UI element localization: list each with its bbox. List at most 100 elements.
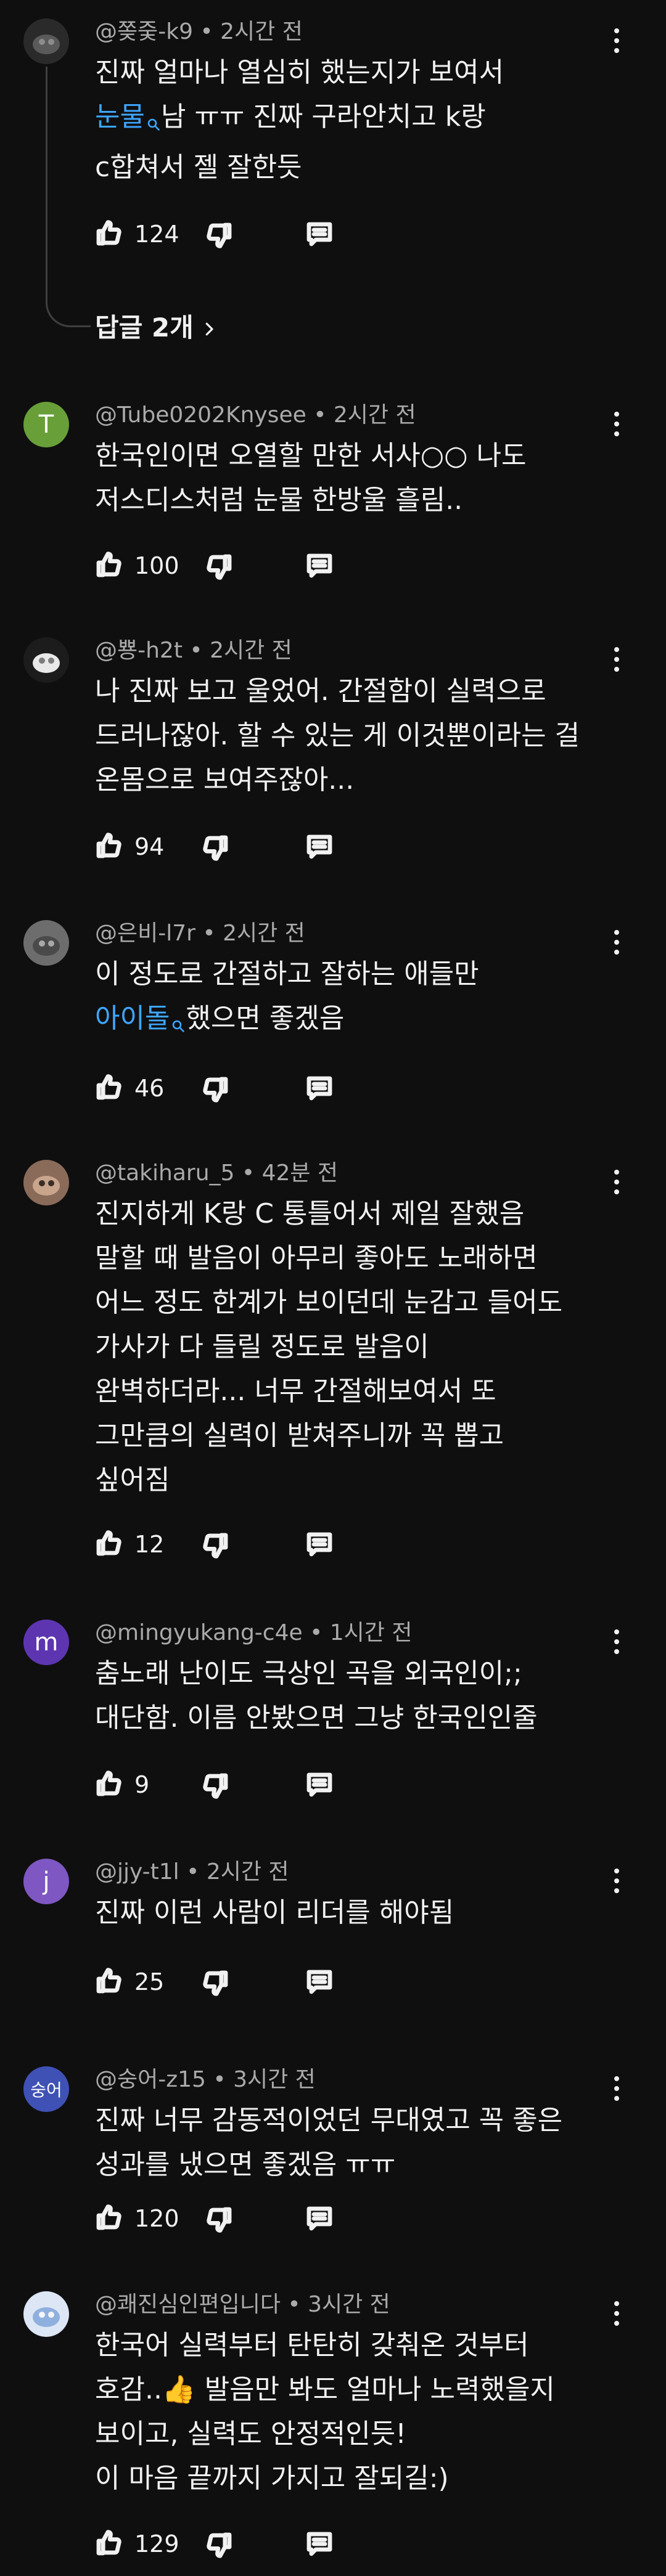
meta-separator: • bbox=[306, 402, 334, 428]
comment-line: 나 진짜 보고 울었어. 간절함이 실력으로 bbox=[95, 669, 613, 714]
avatar[interactable]: m bbox=[23, 1620, 69, 1665]
avatar[interactable] bbox=[23, 1160, 69, 1205]
comment-text-span: 한국인이면 오열할 만한 서사○○ 나도 bbox=[95, 440, 527, 471]
avatar[interactable] bbox=[23, 18, 69, 64]
reply-icon[interactable] bbox=[305, 1967, 334, 1997]
reply-thread-line bbox=[46, 67, 91, 327]
thumbs-up-icon[interactable] bbox=[95, 1966, 125, 1995]
search-icon[interactable] bbox=[146, 101, 161, 145]
search-icon[interactable] bbox=[171, 1003, 186, 1047]
avatar[interactable]: j bbox=[23, 1859, 69, 1904]
thumbs-up-icon[interactable] bbox=[95, 2528, 125, 2558]
comment-author[interactable]: @mingyukang-c4e bbox=[95, 1620, 303, 1645]
comment-line: c합쳐서 젤 잘한듯 bbox=[95, 145, 613, 190]
comment-line: 대단함. 이름 안봤으면 그냥 한국인인줄 bbox=[95, 1696, 613, 1740]
thumbs-down-icon[interactable] bbox=[204, 552, 233, 582]
comment-meta: @mingyukang-c4e • 1시간 전 bbox=[95, 1615, 412, 1647]
comment-text: 진지하게 K랑 C 통틀어서 제일 잘했음말할 때 발음이 아무리 좋아도 노래… bbox=[95, 1192, 613, 1502]
thumbs-down-icon[interactable] bbox=[200, 1075, 229, 1104]
like-count: 9 bbox=[134, 1771, 150, 1798]
comment-author[interactable]: @쫒줒-k9 bbox=[95, 19, 193, 44]
reply-icon[interactable] bbox=[305, 1530, 334, 1559]
reply-icon[interactable] bbox=[305, 2204, 334, 2233]
comment-author[interactable]: @숭어-z15 bbox=[95, 2067, 206, 2092]
thumbs-up-icon[interactable] bbox=[95, 218, 125, 248]
comment-time[interactable]: 2시간 전 bbox=[223, 921, 305, 946]
reply-icon[interactable] bbox=[305, 1074, 334, 1103]
like-count: 25 bbox=[134, 1968, 165, 1995]
avatar-initial: 숭어 bbox=[30, 2080, 62, 2100]
comment-meta: @쾌진심인편입니다 • 3시간 전 bbox=[95, 2286, 390, 2318]
comment-line: 아이돌 했으면 좋겠음 bbox=[95, 997, 613, 1047]
thumbs-down-icon[interactable] bbox=[200, 1771, 229, 1801]
comment-text-span: c합쳐서 젤 잘한듯 bbox=[95, 152, 302, 183]
thumbs-down-icon[interactable] bbox=[204, 221, 233, 250]
comment-text-span: 대단함. 이름 안봤으면 그냥 한국인인줄 bbox=[95, 1702, 538, 1734]
thumbs-up-icon[interactable] bbox=[95, 1072, 125, 1102]
comment-author[interactable]: @jjy-t1l bbox=[95, 1859, 179, 1885]
comment-text-span: 나 진짜 보고 울었어. 간절함이 실력으로 bbox=[95, 675, 546, 707]
comment-time[interactable]: 3시간 전 bbox=[233, 2067, 316, 2092]
comment-time[interactable]: 2시간 전 bbox=[220, 19, 303, 44]
thumbs-up-icon[interactable] bbox=[95, 1528, 125, 1558]
comment-author[interactable]: @쾌진심인편입니다 bbox=[95, 2292, 281, 2317]
thumbs-down-icon[interactable] bbox=[200, 1531, 229, 1560]
reply-icon[interactable] bbox=[305, 832, 334, 862]
comment-author[interactable]: @Tube0202Knysee bbox=[95, 402, 306, 428]
comment-text-span: 이 정도로 간절하고 잘하는 애들만 bbox=[95, 958, 479, 990]
comment-author[interactable]: @은비-l7r bbox=[95, 921, 195, 946]
thumbs-up-icon[interactable] bbox=[95, 2203, 125, 2232]
reply-icon[interactable] bbox=[305, 551, 334, 581]
reply-icon[interactable] bbox=[305, 2529, 334, 2559]
thumbs-up-icon[interactable] bbox=[95, 550, 125, 579]
avatar[interactable] bbox=[23, 637, 69, 683]
comment-meta: @Tube0202Knysee • 2시간 전 bbox=[95, 397, 416, 429]
comment-meta: @jjy-t1l • 2시간 전 bbox=[95, 1854, 289, 1886]
thumbs-down-icon[interactable] bbox=[204, 2205, 233, 2235]
meta-separator: • bbox=[179, 1859, 207, 1885]
comment-text-span: 진지하게 K랑 C 통틀어서 제일 잘했음 bbox=[95, 1198, 525, 1229]
meta-separator: • bbox=[192, 19, 221, 44]
thumbs-down-icon[interactable] bbox=[204, 2530, 233, 2560]
comment-author[interactable]: @뿅-h2t bbox=[95, 638, 183, 663]
thumbs-up-icon[interactable] bbox=[95, 831, 125, 860]
comment-line: 성과를 냈으면 좋겠음 ㅠㅠ bbox=[95, 2143, 613, 2187]
comment-line: 이 정도로 간절하고 잘하는 애들만 bbox=[95, 952, 613, 997]
comment-line: 드러나잖아. 할 수 있는 게 이것뿐이라는 걸 bbox=[95, 714, 613, 758]
comment-text-span: 말할 때 발음이 아무리 좋아도 노래하면 bbox=[95, 1242, 538, 1274]
avatar[interactable]: 숭어 bbox=[23, 2066, 69, 2112]
reply-icon[interactable] bbox=[305, 1770, 334, 1800]
comment-line: 말할 때 발음이 아무리 좋아도 노래하면 bbox=[95, 1236, 613, 1281]
thumbs-down-icon[interactable] bbox=[200, 1968, 229, 1998]
comment-text-span: 진짜 너무 감동적이었던 무대였고 꼭 좋은 bbox=[95, 2105, 563, 2136]
comment-text: 진짜 얼마나 열심히 했는지가 보여서 눈물 남 ㅠㅠ 진짜 구라안치고 k랑 c합쳐… bbox=[95, 51, 613, 190]
avatar[interactable]: T bbox=[23, 402, 69, 447]
thumbs-down-icon[interactable] bbox=[200, 833, 229, 863]
avatar[interactable] bbox=[23, 2291, 69, 2337]
thumbs-up-icon[interactable] bbox=[95, 1769, 125, 1798]
comment-time[interactable]: 42분 전 bbox=[262, 1160, 339, 1186]
comment-line: 보이고, 실력도 안정적인듯! bbox=[95, 2412, 613, 2456]
avatar[interactable] bbox=[23, 920, 69, 966]
comment-text: 진짜 너무 감동적이었던 무대였고 꼭 좋은성과를 냈으면 좋겠음 ㅠㅠ bbox=[95, 2098, 613, 2187]
comment-line: 진지하게 K랑 C 통틀어서 제일 잘했음 bbox=[95, 1192, 613, 1236]
comment-time[interactable]: 2시간 전 bbox=[334, 402, 416, 428]
comment-time[interactable]: 3시간 전 bbox=[308, 2292, 390, 2317]
search-link[interactable]: 아이돌 bbox=[95, 1003, 170, 1034]
comment-text-span: 호감..👍 발음만 봐도 얼마나 노력했을지 bbox=[95, 2374, 555, 2405]
comment-time[interactable]: 2시간 전 bbox=[210, 638, 292, 663]
comment-line: 싶어짐 bbox=[95, 1458, 613, 1502]
avatar-initial: T bbox=[38, 410, 54, 439]
comment-meta: @뿅-h2t • 2시간 전 bbox=[95, 632, 292, 664]
comment-time[interactable]: 2시간 전 bbox=[207, 1859, 289, 1885]
comment-author[interactable]: @takiharu_5 bbox=[95, 1160, 234, 1186]
comment-actions: 124 bbox=[95, 213, 354, 258]
comment-meta: @은비-l7r • 2시간 전 bbox=[95, 915, 305, 947]
comment-line: 어느 정도 한계가 보이던데 눈감고 들어도 bbox=[95, 1281, 613, 1325]
like-count: 94 bbox=[134, 833, 165, 860]
search-link[interactable]: 눈물 bbox=[95, 101, 145, 132]
comment-time[interactable]: 1시간 전 bbox=[330, 1620, 413, 1645]
view-replies-button[interactable]: 답글 2개 bbox=[95, 307, 218, 344]
comment-meta: @takiharu_5 • 42분 전 bbox=[95, 1155, 338, 1187]
reply-icon[interactable] bbox=[305, 219, 334, 249]
